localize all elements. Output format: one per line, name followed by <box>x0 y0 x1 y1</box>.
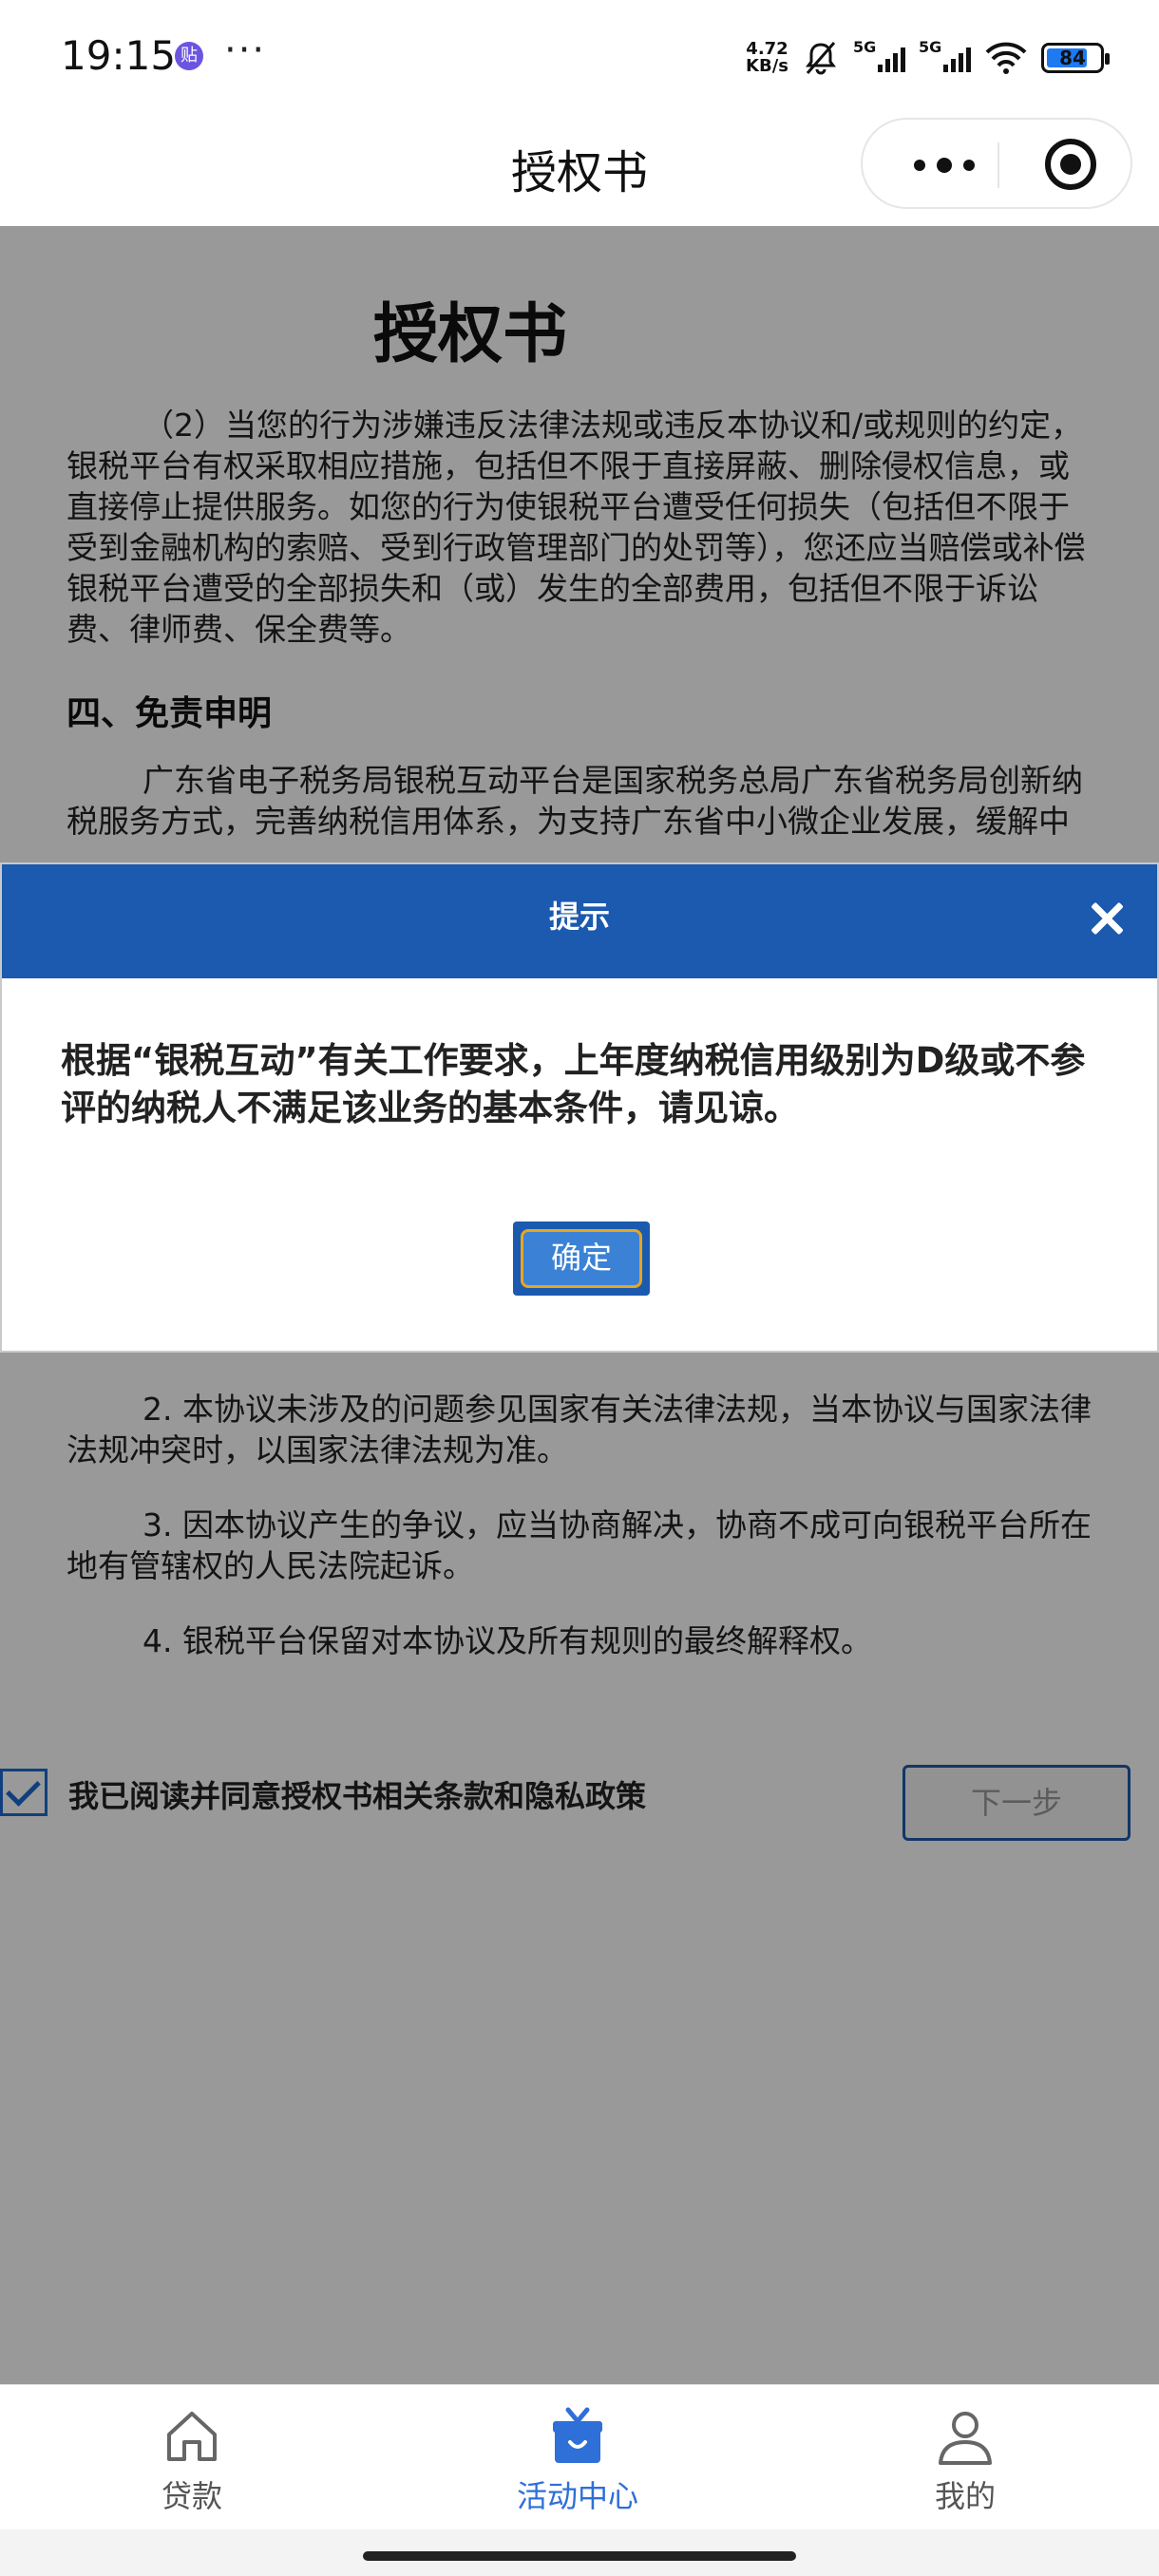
signal-label: 5G <box>853 38 877 56</box>
dialog-title: 提示 <box>548 899 610 935</box>
status-bar: 19:15 贴 ··· 4.72 KB/s 5G 5G 84 <box>0 0 1159 112</box>
tab-loans[interactable]: 贷款 <box>49 2385 334 2529</box>
bell-muted-icon <box>806 42 836 75</box>
status-time: 19:15 <box>61 32 177 79</box>
close-icon[interactable] <box>1085 897 1129 940</box>
confirm-button-label: 确定 <box>521 1229 642 1288</box>
app-notification-icon: 贴 <box>175 42 203 70</box>
home-indicator[interactable] <box>363 2551 796 2561</box>
home-icon <box>167 2412 217 2461</box>
status-indicators: 4.72 KB/s 5G 5G 84 <box>746 34 1110 82</box>
tab-bar: 贷款 活动中心 我的 <box>0 2384 1159 2529</box>
more-options-icon[interactable] <box>901 146 996 184</box>
wifi-icon <box>985 42 1027 74</box>
tab-mine-label: 我的 <box>934 2478 996 2514</box>
signal-5g-2-icon: 5G <box>919 38 971 72</box>
dialog-message: 根据“银税互动”有关工作要求，上年度纳税信用级别为D级或不参评的纳税人不满足该业… <box>61 1040 1086 1128</box>
user-icon <box>939 2412 992 2465</box>
more-notifications-icon: ··· <box>224 28 267 72</box>
signal-label: 5G <box>919 38 942 56</box>
tab-mine[interactable]: 我的 <box>823 2385 1108 2529</box>
battery-level: 84 <box>1059 47 1086 69</box>
gift-icon <box>553 2407 602 2463</box>
capsule-divider <box>998 142 999 188</box>
tab-activity-center-label: 活动中心 <box>516 2478 638 2514</box>
battery-icon: 84 <box>1041 43 1110 73</box>
close-miniprogram-icon[interactable] <box>1045 139 1096 190</box>
dialog-header: 提示 <box>2 864 1157 978</box>
alert-dialog: 提示 根据“银税互动”有关工作要求，上年度纳税信用级别为D级或不参评的纳税人不满… <box>0 862 1159 1353</box>
signal-5g-1-icon: 5G <box>853 38 905 72</box>
network-speed-unit: KB/s <box>746 56 788 76</box>
nav-bar: 授权书 <box>0 112 1159 226</box>
miniprogram-capsule <box>861 118 1132 209</box>
confirm-button[interactable]: 确定 <box>513 1222 650 1296</box>
network-speed: 4.72 KB/s <box>746 41 788 75</box>
tab-activity-center[interactable]: 活动中心 <box>435 2385 720 2529</box>
tab-loans-label: 贷款 <box>161 2478 222 2514</box>
